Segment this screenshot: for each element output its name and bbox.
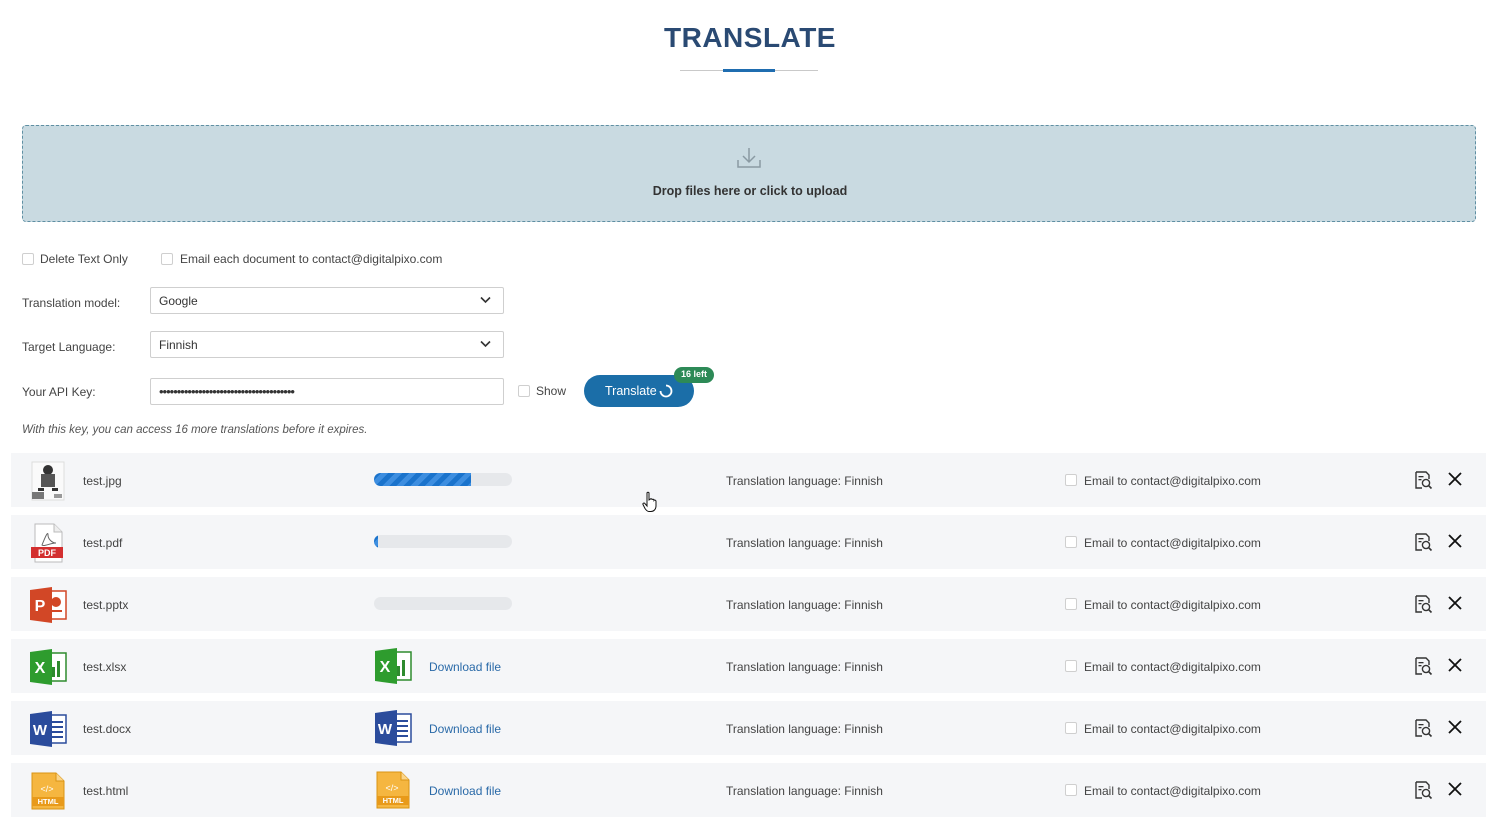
file-name: test.pdf	[83, 536, 123, 550]
download-tray-icon	[737, 148, 761, 168]
row-email-label: Email to contact@digitalpixo.com	[1084, 474, 1261, 488]
download-file-link[interactable]: Download file	[429, 784, 501, 798]
svg-text:HTML: HTML	[383, 796, 404, 805]
delete-text-only-label: Delete Text Only	[40, 252, 128, 266]
file-name: test.docx	[83, 722, 132, 736]
download-file-link[interactable]: Download file	[429, 660, 501, 674]
translation-language: Translation language: Finnish	[726, 660, 883, 674]
translation-model-label: Translation model:	[22, 296, 121, 310]
jpg-thumbnail-icon	[28, 461, 68, 501]
word-file-icon[interactable]: W	[373, 708, 415, 748]
api-key-note: With this key, you can access 16 more tr…	[22, 424, 368, 436]
row-email-checkbox[interactable]	[1065, 536, 1077, 548]
close-icon[interactable]	[1447, 719, 1463, 735]
target-language-label: Target Language:	[22, 340, 116, 354]
file-row: X test.xlsx X Download file Translation …	[11, 639, 1486, 693]
row-email-label: Email to contact@digitalpixo.com	[1084, 536, 1261, 550]
file-name: test.html	[83, 784, 129, 798]
svg-text:</>: </>	[40, 784, 53, 794]
target-language-select[interactable]: Finnish	[150, 331, 504, 358]
translation-model-select[interactable]: Google	[150, 287, 504, 314]
excel-file-icon: X	[28, 647, 68, 687]
translation-language: Translation language: Finnish	[726, 784, 883, 798]
translation-language: Translation language: Finnish	[726, 474, 883, 488]
svg-text:HTML: HTML	[38, 797, 59, 806]
preview-icon[interactable]	[1413, 594, 1433, 614]
svg-text:W: W	[378, 721, 393, 738]
svg-text:P: P	[35, 598, 46, 615]
html-file-icon[interactable]: </> HTML	[373, 770, 415, 810]
translation-language: Translation language: Finnish	[726, 722, 883, 736]
file-row: </> HTML test.html </> HTML Download file …	[11, 763, 1486, 817]
spinner-icon	[659, 384, 673, 398]
upload-progress-bar	[374, 535, 512, 548]
preview-icon[interactable]	[1413, 656, 1433, 676]
svg-text:X: X	[35, 660, 46, 677]
word-file-icon: W	[28, 709, 68, 749]
upload-progress-bar	[374, 597, 512, 610]
file-name: test.jpg	[83, 474, 122, 488]
svg-text:X: X	[380, 659, 391, 676]
close-icon[interactable]	[1447, 533, 1463, 549]
powerpoint-file-icon: P	[28, 585, 68, 625]
svg-text:PDF: PDF	[38, 548, 57, 558]
preview-icon[interactable]	[1413, 780, 1433, 800]
translate-button-label: Translate	[605, 384, 657, 398]
dropzone-label: Drop files here or click to upload	[652, 184, 848, 198]
remaining-badge: 16 left	[674, 367, 714, 383]
file-name: test.pptx	[83, 598, 129, 612]
file-row: test.jpg Translation language: Finnish E…	[11, 453, 1486, 507]
api-key-label: Your API Key:	[22, 385, 96, 399]
row-email-checkbox[interactable]	[1065, 660, 1077, 672]
excel-file-icon[interactable]: X	[373, 646, 415, 686]
row-email-checkbox[interactable]	[1065, 598, 1077, 610]
chevron-down-icon	[480, 296, 491, 304]
row-email-label: Email to contact@digitalpixo.com	[1084, 722, 1261, 736]
title-divider-accent	[723, 69, 775, 72]
delete-text-only-checkbox[interactable]	[22, 253, 34, 265]
preview-icon[interactable]	[1413, 470, 1433, 490]
show-key-label: Show	[536, 384, 567, 398]
api-key-input[interactable]: ••••••••••••••••••••••••••••••••••••••	[150, 378, 504, 405]
upload-progress-bar	[374, 473, 512, 486]
close-icon[interactable]	[1447, 471, 1463, 487]
progress-fill	[374, 535, 379, 548]
close-icon[interactable]	[1447, 595, 1463, 611]
file-row: PDF test.pdf Translation language: Finni…	[11, 515, 1486, 569]
preview-icon[interactable]	[1413, 532, 1433, 552]
close-icon[interactable]	[1447, 657, 1463, 673]
progress-fill	[374, 473, 471, 486]
file-name: test.xlsx	[83, 660, 127, 674]
pdf-file-icon: PDF	[28, 523, 68, 563]
download-file-link[interactable]: Download file	[429, 722, 501, 736]
row-email-checkbox[interactable]	[1065, 784, 1077, 796]
page-title: TRANSLATE	[664, 22, 836, 53]
translation-model-value: Google	[159, 294, 198, 308]
file-row: W test.docx W Download file Translation …	[11, 701, 1486, 755]
translation-language: Translation language: Finnish	[726, 536, 883, 550]
file-row: P test.pptx Translation language: Finnis…	[11, 577, 1486, 631]
close-icon[interactable]	[1447, 781, 1463, 797]
row-email-checkbox[interactable]	[1065, 474, 1077, 486]
svg-text:</>: </>	[385, 783, 398, 793]
svg-text:W: W	[33, 722, 48, 739]
show-key-checkbox[interactable]	[518, 385, 530, 397]
email-each-checkbox[interactable]	[161, 253, 173, 265]
upload-dropzone[interactable]	[22, 125, 1476, 222]
email-each-label: Email each document to contact@digitalpi…	[180, 252, 443, 266]
row-email-label: Email to contact@digitalpixo.com	[1084, 598, 1261, 612]
preview-icon[interactable]	[1413, 718, 1433, 738]
target-language-value: Finnish	[159, 338, 198, 352]
html-file-icon: </> HTML	[28, 771, 68, 811]
translation-language: Translation language: Finnish	[726, 598, 883, 612]
row-email-label: Email to contact@digitalpixo.com	[1084, 784, 1261, 798]
row-email-label: Email to contact@digitalpixo.com	[1084, 660, 1261, 674]
row-email-checkbox[interactable]	[1065, 722, 1077, 734]
chevron-down-icon	[480, 340, 491, 348]
hand-cursor-icon	[642, 491, 657, 512]
